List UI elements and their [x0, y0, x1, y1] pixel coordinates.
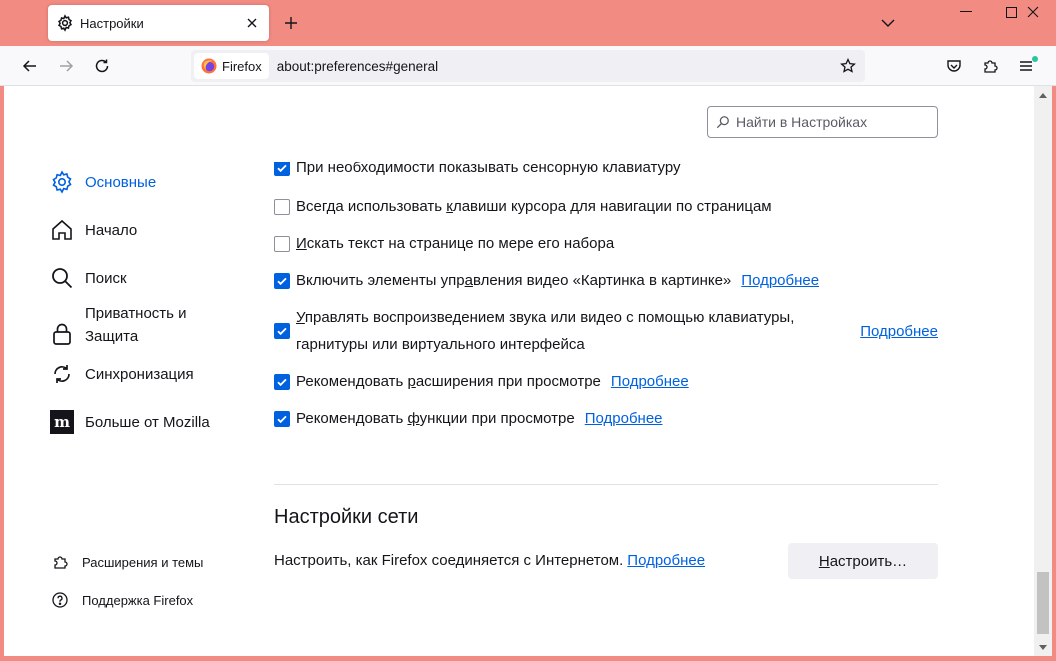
checkbox[interactable] [274, 162, 290, 176]
mozilla-icon: m [50, 410, 74, 434]
learn-more-link[interactable]: Подробнее [585, 410, 663, 427]
checkmark-icon [277, 378, 287, 386]
reload-button[interactable] [88, 52, 116, 80]
pocket-button[interactable] [940, 52, 968, 80]
close-icon[interactable] [243, 14, 261, 32]
identity-box[interactable]: Firefox [194, 53, 269, 79]
checkmark-icon [277, 415, 287, 423]
checkbox[interactable] [274, 373, 290, 390]
lock-icon [50, 322, 74, 346]
bookmark-star-icon[interactable] [834, 52, 862, 80]
url-bar[interactable]: Firefox about:preferences#general [191, 50, 865, 82]
puzzle-icon [52, 554, 68, 570]
gear-icon [50, 170, 74, 194]
arrow-left-icon [22, 60, 36, 72]
checkbox[interactable] [274, 272, 290, 289]
option-find-as-you-type[interactable]: Искать текст на странице по мере его наб… [274, 235, 938, 252]
addons-link[interactable]: Расширения и темы [52, 554, 203, 570]
checkbox[interactable] [274, 198, 290, 215]
navigation-toolbar: Firefox about:preferences#general [0, 46, 1056, 86]
option-recommend-features[interactable]: Рекомендовать функции при просмотре Подр… [274, 410, 938, 427]
checkmark-icon [277, 327, 287, 336]
tab-title: Настройки [80, 15, 144, 31]
option-recommend-extensions[interactable]: Рекомендовать расширения при просмотре П… [274, 373, 938, 390]
app-menu-button[interactable] [1012, 52, 1040, 80]
list-all-tabs-button[interactable] [877, 12, 899, 34]
title-bar: Настройки [0, 0, 1056, 46]
pocket-icon [947, 60, 961, 72]
category-search[interactable]: Поиск [50, 266, 127, 290]
puzzle-icon [984, 60, 998, 73]
section-divider [274, 484, 938, 485]
category-general[interactable]: Основные [50, 170, 156, 194]
gear-icon [56, 14, 74, 32]
categories-sidebar: Основные Начало Поиск Приватность и Защи… [4, 86, 244, 656]
learn-more-link[interactable]: Подробнее [860, 323, 938, 340]
scroll-up-arrow-icon[interactable] [1037, 88, 1049, 102]
checkbox[interactable] [274, 410, 290, 427]
category-home[interactable]: Начало [50, 218, 137, 242]
preferences-page: Найти в Настройках Основные Начало Поиск [4, 86, 1052, 656]
learn-more-link[interactable]: Подробнее [627, 552, 705, 569]
forward-button[interactable] [52, 52, 80, 80]
home-icon [50, 218, 74, 242]
option-caret-browsing[interactable]: Всегда использовать клавиши курсора для … [274, 198, 938, 215]
svg-text:m: m [54, 413, 70, 431]
category-privacy[interactable]: Приватность и Защита [50, 302, 187, 348]
new-tab-button[interactable] [280, 12, 302, 34]
learn-more-link[interactable]: Подробнее [611, 373, 689, 390]
option-picture-in-picture[interactable]: Включить элементы управления видео «Карт… [274, 272, 938, 289]
sync-icon [50, 362, 74, 386]
back-button[interactable] [16, 52, 44, 80]
support-link[interactable]: Поддержка Firefox [52, 592, 193, 608]
general-settings-pane: При необходимости показывать сенсорную к… [274, 86, 938, 656]
tab-settings[interactable]: Настройки [48, 5, 269, 41]
extensions-button[interactable] [976, 52, 1004, 80]
checkmark-icon [277, 277, 287, 285]
url-text[interactable]: about:preferences#general [277, 59, 834, 74]
reload-icon [95, 59, 109, 73]
network-settings-heading: Настройки сети [274, 506, 419, 528]
checkbox[interactable] [274, 235, 290, 252]
arrow-right-icon [60, 60, 74, 72]
help-icon [52, 592, 68, 608]
identity-label: Firefox [222, 58, 262, 74]
minimize-button[interactable] [943, 0, 989, 24]
update-badge [1032, 56, 1038, 62]
category-more-from-mozilla[interactable]: m Больше от Mozilla [50, 410, 210, 434]
checkmark-icon [277, 164, 287, 173]
scrollbar-thumb[interactable] [1037, 572, 1049, 634]
close-window-button[interactable] [1010, 0, 1056, 24]
learn-more-link[interactable]: Подробнее [741, 272, 819, 289]
category-sync[interactable]: Синхронизация [50, 362, 194, 386]
scroll-down-arrow-icon[interactable] [1037, 640, 1049, 654]
firefox-logo-icon [201, 58, 217, 74]
connection-settings-button[interactable]: Настроить… [788, 543, 938, 579]
network-description: Настроить, как Firefox соединяется с Инт… [274, 552, 706, 569]
option-media-control[interactable]: Управлять воспроизведением звука или вид… [274, 304, 938, 358]
search-icon [50, 266, 74, 290]
option-touch-keyboard[interactable]: При необходимости показывать сенсорную к… [274, 162, 938, 180]
checkbox[interactable] [274, 323, 290, 339]
vertical-scrollbar[interactable] [1034, 86, 1052, 656]
